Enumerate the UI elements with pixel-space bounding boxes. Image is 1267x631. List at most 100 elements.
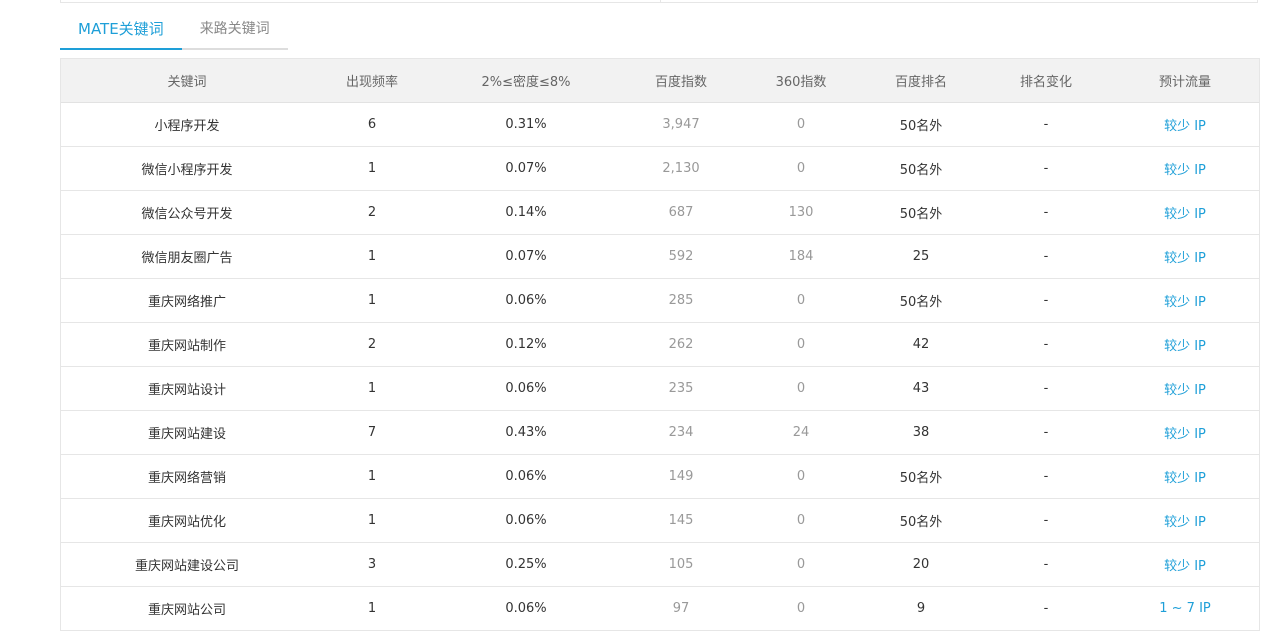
cell-keyword: 重庆网站制作 bbox=[61, 322, 313, 367]
table-row: 重庆网站建设 7 0.43% 234 24 38- 较少 IP bbox=[61, 410, 1259, 455]
cell-baidu-rank: 42 bbox=[861, 322, 981, 367]
cell-baidu-rank: 50名外 bbox=[861, 454, 981, 499]
cell-frequency: 3 bbox=[313, 542, 431, 587]
cell-360-index: 0 bbox=[741, 322, 861, 367]
header-360-index: 360指数 bbox=[741, 59, 861, 103]
cell-rank-change: - bbox=[981, 586, 1111, 631]
cell-density: 0.06% bbox=[431, 586, 621, 631]
cell-estimated-traffic[interactable]: 较少 IP bbox=[1111, 410, 1259, 455]
cell-baidu-rank: 50名外 bbox=[861, 146, 981, 191]
cell-baidu-index: 97 bbox=[621, 586, 741, 631]
cell-baidu-rank: 50名外 bbox=[861, 498, 981, 543]
cell-keyword: 微信公众号开发 bbox=[61, 190, 313, 235]
cell-frequency: 1 bbox=[313, 366, 431, 411]
cell-estimated-traffic[interactable]: 较少 IP bbox=[1111, 278, 1259, 323]
header-estimated-traffic: 预计流量 bbox=[1111, 59, 1259, 103]
cell-keyword: 重庆网站建设公司 bbox=[61, 542, 313, 587]
cell-baidu-index: 145 bbox=[621, 498, 741, 543]
cell-frequency: 1 bbox=[313, 278, 431, 323]
cell-frequency: 1 bbox=[313, 586, 431, 631]
previous-panel-divider bbox=[660, 0, 661, 3]
cell-rank-change: - bbox=[981, 278, 1111, 323]
cell-estimated-traffic[interactable]: 较少 IP bbox=[1111, 234, 1259, 279]
keyword-table-container: 关键词 出现频率 2%≤密度≤8% 百度指数 360指数 百度排名 排名变化 预… bbox=[60, 58, 1260, 631]
table-row: 重庆网站设计 1 0.06% 235 0 43- 较少 IP bbox=[61, 366, 1259, 411]
cell-rank-change: - bbox=[981, 234, 1111, 279]
cell-360-index: 0 bbox=[741, 102, 861, 147]
cell-estimated-traffic[interactable]: 较少 IP bbox=[1111, 322, 1259, 367]
cell-density: 0.43% bbox=[431, 410, 621, 455]
header-density: 2%≤密度≤8% bbox=[431, 59, 621, 103]
cell-frequency: 2 bbox=[313, 190, 431, 235]
cell-rank-change: - bbox=[981, 410, 1111, 455]
cell-frequency: 1 bbox=[313, 234, 431, 279]
header-baidu-index: 百度指数 bbox=[621, 59, 741, 103]
cell-baidu-rank: 50名外 bbox=[861, 102, 981, 147]
cell-rank-change: - bbox=[981, 190, 1111, 235]
cell-density: 0.07% bbox=[431, 234, 621, 279]
cell-baidu-rank: 9 bbox=[861, 586, 981, 631]
cell-360-index: 0 bbox=[741, 586, 861, 631]
previous-panel-edge bbox=[60, 0, 1258, 3]
cell-estimated-traffic[interactable]: 较少 IP bbox=[1111, 146, 1259, 191]
table-header-row: 关键词 出现频率 2%≤密度≤8% 百度指数 360指数 百度排名 排名变化 预… bbox=[61, 59, 1259, 103]
cell-baidu-rank: 43 bbox=[861, 366, 981, 411]
cell-density: 0.06% bbox=[431, 454, 621, 499]
keyword-table: 关键词 出现频率 2%≤密度≤8% 百度指数 360指数 百度排名 排名变化 预… bbox=[61, 59, 1259, 631]
cell-baidu-index: 105 bbox=[621, 542, 741, 587]
cell-frequency: 2 bbox=[313, 322, 431, 367]
table-body: 小程序开发 6 0.31% 3,947 0 50名外 - 较少 IP 微信小程序开发 1 0.07%… bbox=[61, 102, 1259, 631]
header-keyword: 关键词 bbox=[61, 59, 313, 103]
cell-estimated-traffic[interactable]: 较少 IP bbox=[1111, 102, 1259, 147]
cell-360-index: 0 bbox=[741, 498, 861, 543]
cell-estimated-traffic[interactable]: 较少 IP bbox=[1111, 366, 1259, 411]
cell-estimated-traffic[interactable]: 较少 IP bbox=[1111, 454, 1259, 499]
cell-estimated-traffic[interactable]: 1 ~ 7 IP bbox=[1111, 586, 1259, 631]
tab-mate-keywords[interactable]: MATE关键词 bbox=[60, 12, 182, 50]
cell-density: 0.14% bbox=[431, 190, 621, 235]
cell-360-index: 184 bbox=[741, 234, 861, 279]
header-frequency: 出现频率 bbox=[313, 59, 431, 103]
tab-referrer-keywords[interactable]: 来路关键词 bbox=[181, 12, 288, 50]
cell-360-index: 0 bbox=[741, 278, 861, 323]
keyword-tabs: MATE关键词 来路关键词 bbox=[60, 12, 288, 50]
cell-density: 0.06% bbox=[431, 366, 621, 411]
cell-rank-change: - bbox=[981, 102, 1111, 147]
cell-baidu-index: 285 bbox=[621, 278, 741, 323]
table-row: 小程序开发 6 0.31% 3,947 0 50名外 - 较少 IP bbox=[61, 102, 1259, 147]
cell-rank-change: - bbox=[981, 454, 1111, 499]
cell-baidu-index: 149 bbox=[621, 454, 741, 499]
cell-keyword: 重庆网站优化 bbox=[61, 498, 313, 543]
cell-360-index: 0 bbox=[741, 454, 861, 499]
table-row: 微信朋友圈广告 1 0.07% 592 184 25- 较少 IP bbox=[61, 234, 1259, 279]
table-row: 重庆网站优化 1 0.06% 145 0 50名外 - 较少 IP bbox=[61, 498, 1259, 543]
cell-density: 0.31% bbox=[431, 102, 621, 147]
cell-baidu-index: 235 bbox=[621, 366, 741, 411]
cell-keyword: 重庆网站公司 bbox=[61, 586, 313, 631]
cell-360-index: 24 bbox=[741, 410, 861, 455]
cell-baidu-rank: 50名外 bbox=[861, 190, 981, 235]
cell-estimated-traffic[interactable]: 较少 IP bbox=[1111, 190, 1259, 235]
cell-frequency: 1 bbox=[313, 146, 431, 191]
cell-density: 0.06% bbox=[431, 278, 621, 323]
cell-density: 0.06% bbox=[431, 498, 621, 543]
table-row: 重庆网站制作 2 0.12% 262 0 42- 较少 IP bbox=[61, 322, 1259, 367]
header-baidu-rank: 百度排名 bbox=[861, 59, 981, 103]
cell-keyword: 微信朋友圈广告 bbox=[61, 234, 313, 279]
cell-rank-change: - bbox=[981, 498, 1111, 543]
cell-baidu-index: 2,130 bbox=[621, 146, 741, 191]
cell-baidu-index: 234 bbox=[621, 410, 741, 455]
cell-estimated-traffic[interactable]: 较少 IP bbox=[1111, 498, 1259, 543]
cell-baidu-index: 262 bbox=[621, 322, 741, 367]
table-row: 微信公众号开发 2 0.14% 687 130 50名外 - 较少 IP bbox=[61, 190, 1259, 235]
cell-keyword: 小程序开发 bbox=[61, 102, 313, 147]
cell-baidu-index: 687 bbox=[621, 190, 741, 235]
cell-estimated-traffic[interactable]: 较少 IP bbox=[1111, 542, 1259, 587]
cell-frequency: 7 bbox=[313, 410, 431, 455]
cell-density: 0.25% bbox=[431, 542, 621, 587]
cell-frequency: 6 bbox=[313, 102, 431, 147]
table-row: 微信小程序开发 1 0.07% 2,130 0 50名外 - 较少 IP bbox=[61, 146, 1259, 191]
cell-baidu-rank: 50名外 bbox=[861, 278, 981, 323]
cell-keyword: 重庆网络营销 bbox=[61, 454, 313, 499]
table-row: 重庆网络推广 1 0.06% 285 0 50名外 - 较少 IP bbox=[61, 278, 1259, 323]
